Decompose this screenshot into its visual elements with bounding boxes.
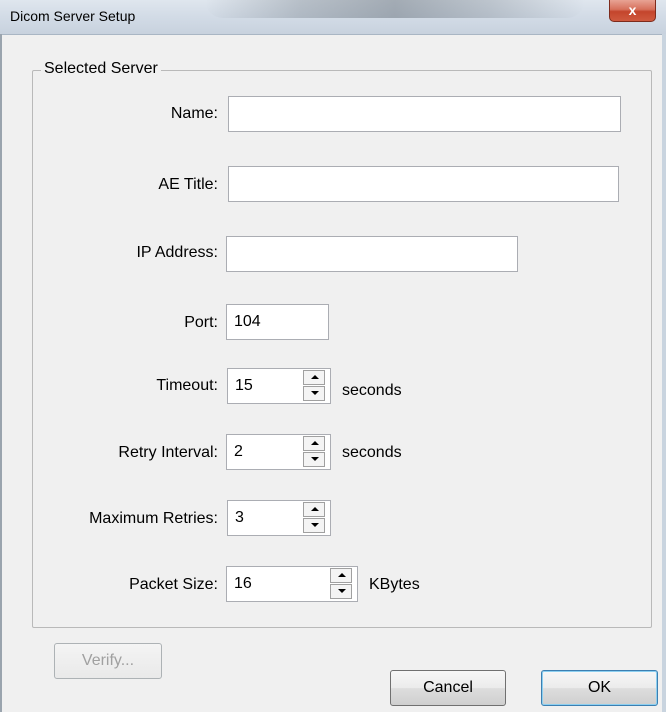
- spin-down-icon[interactable]: [303, 452, 325, 467]
- port-input[interactable]: 104: [226, 304, 329, 340]
- titlebar-shadow-decoration: [205, 0, 585, 18]
- cancel-button[interactable]: Cancel: [390, 670, 506, 706]
- ip-address-input[interactable]: [226, 236, 518, 272]
- timeout-unit: seconds: [342, 382, 402, 399]
- packet-size-label: Packet Size:: [129, 576, 218, 593]
- selected-server-groupbox: [32, 70, 652, 628]
- timeout-spinner[interactable]: [299, 368, 331, 404]
- spin-up-icon[interactable]: [303, 370, 325, 385]
- spin-up-icon[interactable]: [303, 502, 325, 517]
- ok-button[interactable]: OK: [541, 670, 658, 706]
- window-title: Dicom Server Setup: [10, 8, 136, 24]
- groupbox-label: Selected Server: [41, 60, 161, 78]
- spin-down-icon[interactable]: [303, 518, 325, 533]
- ip-address-label: IP Address:: [136, 244, 218, 261]
- maximum-retries-label: Maximum Retries:: [89, 510, 218, 527]
- spin-down-icon[interactable]: [330, 584, 352, 599]
- maximum-retries-spinner[interactable]: [299, 500, 331, 536]
- name-input[interactable]: [228, 96, 621, 132]
- window-right-border: [662, 34, 666, 712]
- spin-up-icon[interactable]: [303, 436, 325, 451]
- close-icon: x: [628, 2, 637, 18]
- spin-up-icon[interactable]: [330, 568, 352, 583]
- retry-interval-spinner[interactable]: [299, 434, 331, 470]
- ae-title-label: AE Title:: [158, 176, 218, 193]
- timeout-label: Timeout:: [156, 377, 218, 394]
- window-left-border: [0, 34, 2, 712]
- packet-size-unit: KBytes: [369, 576, 420, 593]
- ae-title-input[interactable]: [228, 166, 619, 202]
- port-label: Port:: [184, 314, 218, 331]
- spin-down-icon[interactable]: [303, 386, 325, 401]
- verify-button[interactable]: Verify...: [54, 643, 162, 679]
- name-label: Name:: [170, 105, 218, 122]
- title-bar: Dicom Server Setup x: [0, 0, 666, 35]
- retry-interval-unit: seconds: [342, 444, 402, 461]
- close-button[interactable]: x: [609, 0, 656, 22]
- retry-interval-label: Retry Interval:: [118, 444, 218, 461]
- packet-size-spinner[interactable]: [326, 566, 358, 602]
